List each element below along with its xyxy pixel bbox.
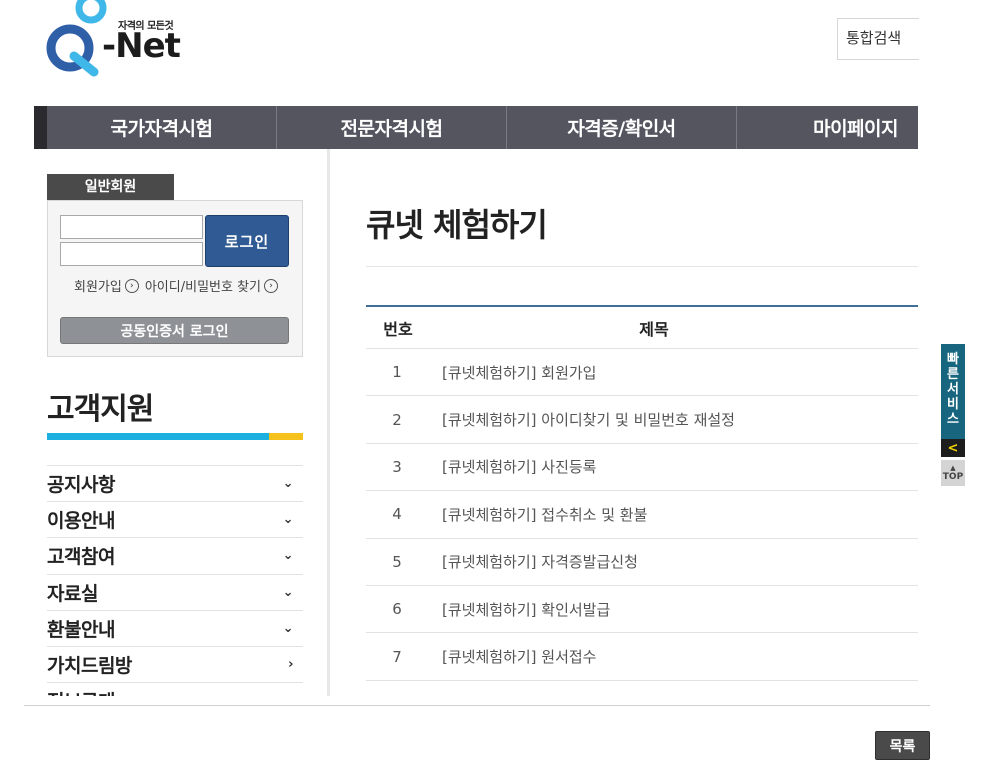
header-title: 제목: [639, 319, 669, 339]
row-title-link[interactable]: [큐넷체험하기] 자격증발급신청: [428, 551, 918, 572]
login-links: 회원가입 › 아이디/비밀번호 찾기 ›: [74, 276, 278, 295]
row-number: 6: [392, 600, 402, 619]
password-input[interactable]: [60, 242, 203, 266]
chevron-down-icon: ⌄: [282, 548, 294, 564]
table-row[interactable]: 6 [큐넷체험하기] 확인서발급: [366, 586, 918, 634]
gnb-mypage[interactable]: 마이페이지: [737, 106, 918, 149]
row-number: 4: [392, 505, 402, 524]
row-title-link[interactable]: [큐넷체험하기] 회원가입: [428, 362, 918, 383]
sidebar-item-refund[interactable]: 환불안내 ⌄: [47, 611, 303, 647]
table-row[interactable]: 5 [큐넷체험하기] 자격증발급신청: [366, 539, 918, 586]
arrow-circle-icon: ›: [124, 278, 139, 293]
gnb-edge: [34, 106, 47, 149]
sidebar-item-archive[interactable]: 자료실 ⌄: [47, 575, 303, 611]
chevron-down-icon: ⌄: [282, 584, 294, 600]
find-account-label: 아이디/비밀번호 찾기: [144, 280, 261, 295]
row-title-link[interactable]: [큐넷체험하기] 아이디찾기 및 비밀번호 재설정: [428, 409, 918, 430]
chevron-down-icon: ⌄: [282, 476, 294, 492]
sidebar-item-value-dream[interactable]: 가치드림방 ›: [47, 647, 303, 684]
gnb-certificate[interactable]: 자격증/확인서: [507, 106, 737, 149]
sidebar-title-bar-accent: [269, 433, 303, 440]
table-row[interactable]: 3 [큐넷체험하기] 사진등록: [366, 444, 918, 492]
row-title-link[interactable]: [큐넷체험하기] 확인서발급: [428, 599, 918, 620]
login-button[interactable]: 로그인: [205, 215, 289, 267]
user-id-input[interactable]: [60, 215, 203, 239]
integrated-search-button[interactable]: 통합검색: [837, 18, 919, 60]
content-bottom-divider: [24, 705, 930, 706]
page-title: 큐넷 체험하기: [366, 206, 548, 244]
sidebar-title: 고객지원: [47, 392, 154, 427]
sidebar-item-label: 환불안내: [47, 618, 115, 641]
row-title-link[interactable]: [큐넷체험하기] 사진등록: [428, 456, 918, 477]
sidebar-item-label: 정보공개: [47, 687, 115, 696]
column-divider: [327, 149, 330, 696]
chevron-down-icon: ⌄: [282, 512, 294, 528]
quick-service-char: 서: [947, 382, 959, 397]
qnet-logo[interactable]: 자격의 모든것 -Net: [44, 0, 184, 78]
signup-link[interactable]: 회원가입 ›: [74, 276, 139, 295]
row-title-link[interactable]: [큐넷체험하기] 원서접수: [428, 646, 918, 667]
gnb-national-exam[interactable]: 국가자격시험: [47, 106, 277, 149]
sidebar-item-participation[interactable]: 고객참여 ⌄: [47, 538, 303, 575]
sidebar-title-bar: [47, 433, 303, 440]
header-number: 번호: [383, 319, 413, 339]
row-number: 2: [392, 410, 402, 429]
sidebar-menu: 공지사항 ⌄ 이용안내 ⌄ 고객참여 ⌄ 자료실 ⌄ 환불안내 ⌄ 가치드림방 …: [47, 465, 303, 696]
quick-service-char: 비: [947, 397, 959, 412]
arrow-circle-icon: ›: [264, 278, 278, 293]
row-number: 7: [392, 647, 402, 666]
login-tab-general-member[interactable]: 일반회원: [47, 174, 174, 200]
chevron-right-icon: ›: [288, 657, 293, 673]
sidebar-item-label: 고객참여: [47, 546, 115, 569]
chevron-down-icon: ⌄: [282, 620, 294, 636]
table-header: 번호 제목: [366, 305, 918, 349]
sidebar-item-label: 공지사항: [47, 474, 115, 497]
gnb-professional-exam[interactable]: 전문자격시험: [277, 106, 507, 149]
sidebar-item-info-disclosure[interactable]: 정보공개: [47, 683, 303, 696]
sidebar-item-notice[interactable]: 공지사항 ⌄: [47, 466, 303, 503]
scroll-top-button[interactable]: ▲ TOP: [941, 460, 965, 486]
signup-link-label: 회원가입: [74, 280, 122, 295]
find-account-link[interactable]: 아이디/비밀번호 찾기 ›: [145, 276, 278, 295]
sidebar-item-guide[interactable]: 이용안내 ⌄: [47, 502, 303, 539]
top-label: TOP: [942, 472, 964, 482]
global-nav: 국가자격시험 전문자격시험 자격증/확인서 마이페이지: [34, 106, 918, 149]
sidebar-item-label: 이용안내: [47, 510, 115, 533]
sidebar-item-label: 자료실: [47, 582, 98, 605]
table-row[interactable]: 2 [큐넷체험하기] 아이디찾기 및 비밀번호 재설정: [366, 396, 918, 444]
table-row[interactable]: 1 [큐넷체험하기] 회원가입: [366, 349, 918, 397]
row-title-link[interactable]: [큐넷체험하기] 접수취소 및 환불: [428, 504, 918, 525]
row-number: 1: [392, 363, 402, 382]
certificate-login-button[interactable]: 공동인증서 로그인: [60, 317, 289, 344]
sidebar-item-label: 가치드림방: [47, 655, 132, 678]
title-divider: [366, 266, 918, 267]
list-button[interactable]: 목록: [875, 731, 930, 760]
row-number: 3: [392, 457, 402, 476]
quick-service-char: 른: [947, 367, 959, 382]
board-table: 번호 제목 1 [큐넷체험하기] 회원가입 2 [큐넷체험하기] 아이디찾기 및…: [366, 305, 918, 681]
table-row[interactable]: 4 [큐넷체험하기] 접수취소 및 환불: [366, 491, 918, 539]
row-number: 5: [392, 552, 402, 571]
logo-text: -Net: [102, 26, 181, 66]
quick-service-toggle-icon[interactable]: <: [941, 439, 965, 457]
table-row[interactable]: 7 [큐넷체험하기] 원서접수: [366, 633, 918, 681]
quick-service-char: 빠: [947, 352, 959, 367]
quick-service-char: 스: [947, 412, 959, 427]
